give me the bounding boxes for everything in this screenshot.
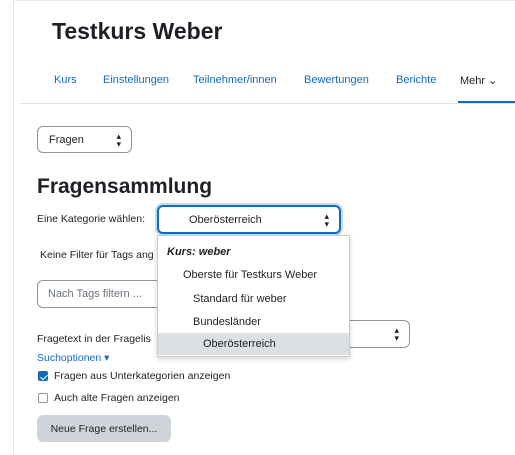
tag-filter-placeholder: Nach Tags filtern ... <box>48 288 142 300</box>
subcategories-checkbox[interactable] <box>38 371 48 381</box>
subcategories-checkbox-label: Fragen aus Unterkategorien anzeigen <box>54 370 231 382</box>
category-select-value: Oberösterreich <box>189 213 262 226</box>
nav-item-einstellungen[interactable]: Einstellungen <box>103 74 169 86</box>
secondary-nav: Kurs Einstellungen Teilnehmer/innen Bewe… <box>20 64 515 104</box>
fragetext-label: Fragetext in der Fragelis <box>37 333 151 345</box>
category-select[interactable]: Oberösterreich ▴ ▾ <box>157 205 341 234</box>
select-arrows-icon: ▴ ▾ <box>394 325 399 343</box>
subcategories-checkbox-row[interactable]: Fragen aus Unterkategorien anzeigen <box>38 370 230 382</box>
no-tag-filter-text: Keine Filter für Tags ang <box>40 249 154 261</box>
page-type-select-value: Fragen <box>49 133 84 146</box>
nav-item-bewertungen[interactable]: Bewertungen <box>304 74 369 86</box>
page-type-select[interactable]: Fragen ▴ ▾ <box>37 126 132 153</box>
old-questions-checkbox[interactable] <box>38 393 48 403</box>
dropdown-option-selected[interactable]: Oberösterreich <box>158 333 349 355</box>
old-questions-checkbox-label: Auch alte Fragen anzeigen <box>54 392 180 404</box>
dropdown-option[interactable]: Oberste für Testkurs Weber <box>158 264 349 286</box>
select-arrows-icon: ▴ ▾ <box>324 210 329 229</box>
new-question-button[interactable]: Neue Frage erstellen... <box>37 415 171 442</box>
nav-item-mehr[interactable]: Mehr ⌄ <box>460 74 497 87</box>
old-questions-checkbox-row[interactable]: Auch alte Fragen anzeigen <box>38 392 180 404</box>
nav-item-kurs[interactable]: Kurs <box>54 74 77 86</box>
fragetext-select[interactable]: ▴ ▾ <box>340 320 410 348</box>
nav-divider <box>20 103 515 104</box>
dropdown-option[interactable]: Bundesländer <box>158 311 349 333</box>
dropdown-option[interactable]: Standard für weber <box>158 288 349 310</box>
category-dropdown-list: Kurs: weber Oberste für Testkurs Weber S… <box>157 235 350 357</box>
course-title: Testkurs Weber <box>52 18 223 44</box>
nav-item-teilnehmer[interactable]: Teilnehmer/innen <box>193 74 277 86</box>
page-frame-left <box>13 0 14 455</box>
category-label: Eine Kategorie wählen: <box>37 213 145 225</box>
tag-filter-input[interactable]: Nach Tags filtern ... <box>37 280 177 308</box>
search-options-toggle[interactable]: Suchoptionen ▾ <box>37 352 109 364</box>
page-heading: Fragensammlung <box>37 175 213 198</box>
nav-item-berichte[interactable]: Berichte <box>396 74 436 86</box>
page-frame-top <box>13 0 515 1</box>
select-arrows-icon: ▴ ▾ <box>116 130 121 149</box>
dropdown-group-header: Kurs: weber <box>167 246 231 258</box>
